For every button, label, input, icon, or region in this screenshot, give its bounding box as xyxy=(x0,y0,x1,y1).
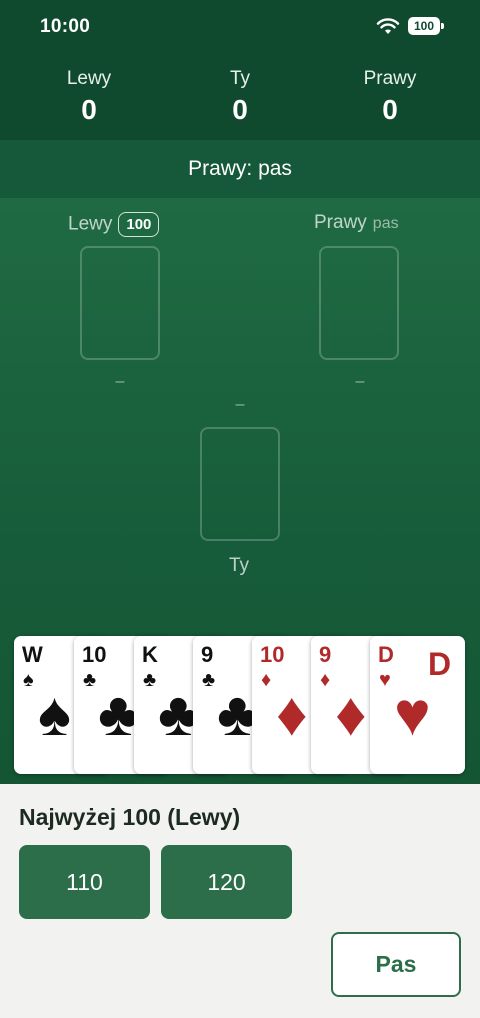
diamond-icon: ♦ xyxy=(335,680,367,749)
status-icons: 100 xyxy=(376,17,444,35)
score-name: Prawy xyxy=(363,68,417,89)
club-icon: ♣ xyxy=(98,680,139,749)
left-slot-value: – xyxy=(115,373,125,390)
bidding-panel: Najwyżej 100 (Lewy) 110 120 Pas xyxy=(0,784,480,1018)
score-you: Ty 0 xyxy=(160,68,320,126)
card-rank: 10 xyxy=(82,642,107,667)
hand-card[interactable]: D D ♥ ♥ xyxy=(370,636,465,774)
card-rank: K xyxy=(142,642,158,667)
club-icon: ♣ xyxy=(83,669,97,691)
you-card-slot xyxy=(200,427,280,541)
card-rank: W xyxy=(22,642,43,667)
diamond-icon: ♦ xyxy=(276,680,308,749)
seat-you-label: Ty xyxy=(229,555,250,576)
status-bar: 10:00 100 xyxy=(0,0,480,54)
left-card-slot xyxy=(80,246,160,360)
pass-button[interactable]: Pas xyxy=(331,932,461,997)
diamond-icon: ♦ xyxy=(320,669,331,691)
seat-left-label: Lewy xyxy=(68,213,113,235)
scoreboard: Lewy 0 Ty 0 Prawy 0 xyxy=(0,54,480,140)
card-rank: D xyxy=(378,642,394,667)
bid-120-button[interactable]: 120 xyxy=(161,845,292,919)
diamond-icon: ♦ xyxy=(261,669,272,691)
status-banner: Prawy: pas xyxy=(0,140,480,198)
right-card-slot xyxy=(319,246,399,360)
card-rank: 10 xyxy=(260,642,285,667)
spade-icon: ♠ xyxy=(38,680,71,749)
score-value: 0 xyxy=(382,94,398,125)
seat-left: Lewy 100 xyxy=(68,212,160,237)
card-rank: D xyxy=(428,646,452,682)
card-rank: 9 xyxy=(319,642,332,667)
status-time: 10:00 xyxy=(40,16,91,37)
battery-icon: 100 xyxy=(408,17,444,35)
club-icon: ♣ xyxy=(143,669,157,691)
highest-bid-text: Najwyżej 100 (Lewy) xyxy=(19,804,241,830)
seat-right: Prawy pas xyxy=(314,212,399,234)
score-right: Prawy 0 xyxy=(310,68,470,126)
wifi-icon xyxy=(376,18,400,34)
pass-note: pas xyxy=(372,215,399,232)
card-rank: 9 xyxy=(201,642,214,667)
bid-badge: 100 xyxy=(118,212,160,237)
heart-icon: ♥ xyxy=(379,669,391,691)
score-left: Lewy 0 xyxy=(9,68,169,126)
bid-110-button[interactable]: 110 xyxy=(19,845,150,919)
club-icon: ♣ xyxy=(202,669,216,691)
score-value: 0 xyxy=(232,94,248,125)
score-value: 0 xyxy=(81,94,97,125)
spade-icon: ♠ xyxy=(23,669,34,691)
heart-icon: ♥ xyxy=(394,680,431,749)
you-slot-value: – xyxy=(235,396,245,413)
score-name: Ty xyxy=(229,68,251,89)
seat-right-label: Prawy xyxy=(314,212,367,233)
score-name: Lewy xyxy=(66,68,112,89)
right-slot-value: – xyxy=(355,373,365,390)
